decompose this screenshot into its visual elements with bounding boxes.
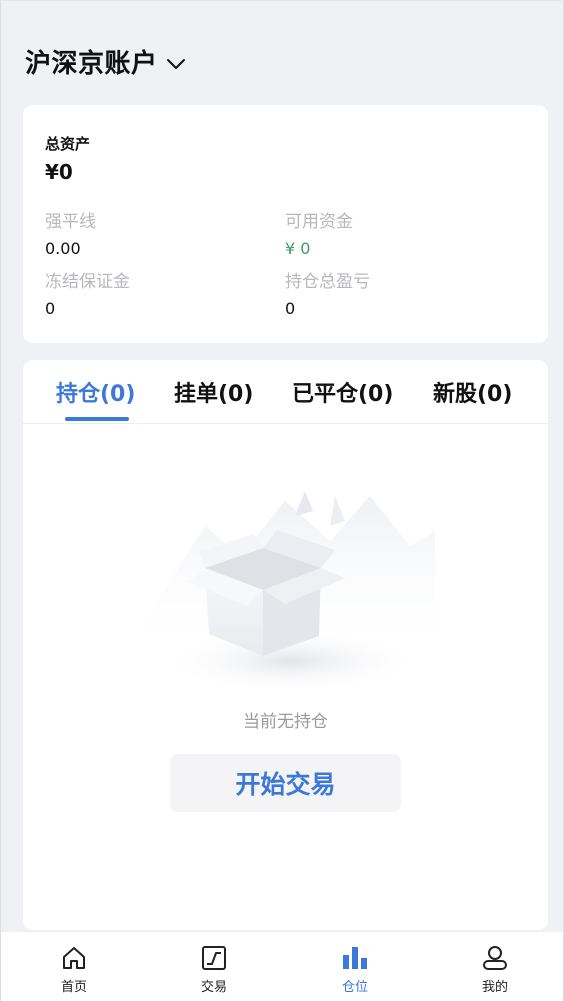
available-funds-stat: 可用资金 ¥ 0 [285,207,353,258]
tab-holdings[interactable]: 持仓(0) [56,376,135,408]
empty-state-text: 当前无持仓 [243,712,328,732]
nav-label: 我的 [481,980,508,995]
total-pnl-stat: 持仓总盈亏 0 [285,267,370,318]
empty-box-illustration [135,491,435,693]
nav-label: 首页 [60,980,87,995]
trade-chart-icon [201,945,227,971]
stat-value: 0 [285,299,296,318]
position-bars-icon [341,945,369,971]
bottom-nav: 首页 交易 仓位 我的 [1,931,563,1001]
home-icon [61,945,87,971]
account-title: 沪深京账户 [25,49,158,79]
position-tabs: 持仓(0) 挂单(0) 已平仓(0) 新股(0) [23,360,548,424]
nav-item-mine[interactable]: 我的 [425,932,564,1001]
stat-value: 0.00 [45,239,81,258]
account-selector[interactable]: 沪深京账户 [25,43,186,80]
nav-item-trade[interactable]: 交易 [144,932,284,1001]
nav-item-home[interactable]: 首页 [4,932,144,1001]
user-icon [482,945,508,971]
liquidation-line-stat: 强平线 0.00 [45,207,96,258]
stat-label: 持仓总盈亏 [285,272,370,292]
nav-label: 仓位 [341,980,368,995]
total-assets-label: 总资产 [45,135,91,153]
nav-item-positions[interactable]: 仓位 [285,932,425,1001]
chevron-down-icon [166,58,185,69]
tab-new-shares[interactable]: 新股(0) [433,376,512,408]
start-trading-button[interactable]: 开始交易 [170,754,401,812]
stat-label: 强平线 [45,212,96,232]
stat-value: 0 [45,299,56,318]
positions-page: 沪深京账户 总资产 ¥0 强平线 0.00 可用资金 ¥ 0 冻结保证金 0 持… [0,0,564,1001]
stat-value: ¥ 0 [285,239,311,258]
stat-label: 冻结保证金 [45,272,130,292]
tab-pending-orders[interactable]: 挂单(0) [174,376,253,408]
total-assets-value: ¥0 [45,160,73,184]
active-tab-indicator [65,417,129,421]
nav-label: 交易 [200,980,227,995]
tab-closed[interactable]: 已平仓(0) [292,376,393,408]
frozen-margin-stat: 冻结保证金 0 [45,267,130,318]
stat-label: 可用资金 [285,212,353,232]
positions-card: 持仓(0) 挂单(0) 已平仓(0) 新股(0) 当前无持仓 开始交易 [23,360,548,930]
assets-card: 总资产 ¥0 强平线 0.00 可用资金 ¥ 0 冻结保证金 0 持仓总盈亏 0 [23,105,548,343]
